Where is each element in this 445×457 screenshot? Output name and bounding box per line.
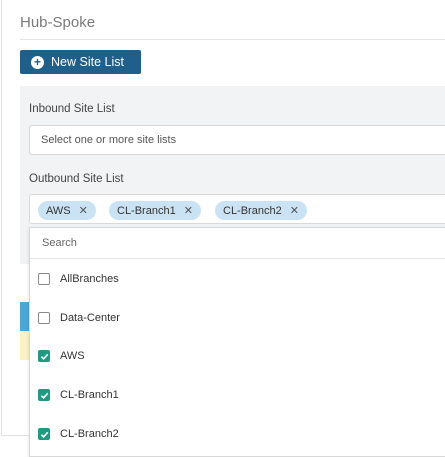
chip-label: CL-Branch1 xyxy=(117,204,176,217)
option-label: AWS xyxy=(60,350,85,362)
new-site-list-button[interactable]: + New Site List xyxy=(20,50,141,74)
remove-chip-icon[interactable]: ✕ xyxy=(290,204,299,217)
search-input[interactable] xyxy=(40,236,344,250)
option-label: CL-Branch2 xyxy=(60,428,119,440)
chip-cl-branch1: CL-Branch1 ✕ xyxy=(109,201,201,220)
inbound-site-list-select[interactable]: Select one or more site lists xyxy=(29,125,445,155)
checkbox-checked-icon[interactable] xyxy=(38,428,50,440)
title-divider xyxy=(20,39,445,40)
option-aws[interactable]: AWS xyxy=(30,341,445,371)
chip-label: AWS xyxy=(46,204,71,217)
option-cl-branch1[interactable]: CL-Branch1 xyxy=(30,380,445,410)
inbound-placeholder: Select one or more site lists xyxy=(41,134,177,146)
checkbox-checked-icon[interactable] xyxy=(38,350,50,362)
remove-chip-icon[interactable]: ✕ xyxy=(184,204,193,217)
outbound-site-list-label: Outbound Site List xyxy=(29,173,124,185)
dropdown-search xyxy=(30,228,445,259)
chip-label: CL-Branch2 xyxy=(223,204,282,217)
remove-chip-icon[interactable]: ✕ xyxy=(79,204,88,217)
hub-spoke-panel: Hub-Spoke + New Site List Inbound Site L… xyxy=(1,0,445,457)
checkbox-checked-icon[interactable] xyxy=(38,389,50,401)
chip-aws: AWS ✕ xyxy=(38,201,96,220)
checkbox-unchecked-icon[interactable] xyxy=(38,312,50,324)
option-label: CL-Branch1 xyxy=(60,389,119,401)
new-site-list-label: New Site List xyxy=(51,55,124,69)
option-label: Data-Center xyxy=(60,312,120,324)
option-cl-branch2[interactable]: CL-Branch2 xyxy=(30,419,445,449)
plus-circle-icon: + xyxy=(31,55,44,69)
inbound-site-list-label: Inbound Site List xyxy=(29,103,115,115)
chip-cl-branch2: CL-Branch2 ✕ xyxy=(215,201,307,220)
checkbox-unchecked-icon[interactable] xyxy=(38,273,50,285)
panel-title: Hub-Spoke xyxy=(20,14,96,31)
outbound-site-list-select[interactable]: AWS ✕ CL-Branch1 ✕ CL-Branch2 ✕ xyxy=(29,194,445,224)
outbound-dropdown-menu: AllBranches Data-Center AWS CL-Branch1 C xyxy=(29,227,445,457)
option-allbranches[interactable]: AllBranches xyxy=(30,264,445,294)
option-label: AllBranches xyxy=(60,273,119,285)
option-data-center[interactable]: Data-Center xyxy=(30,303,445,333)
